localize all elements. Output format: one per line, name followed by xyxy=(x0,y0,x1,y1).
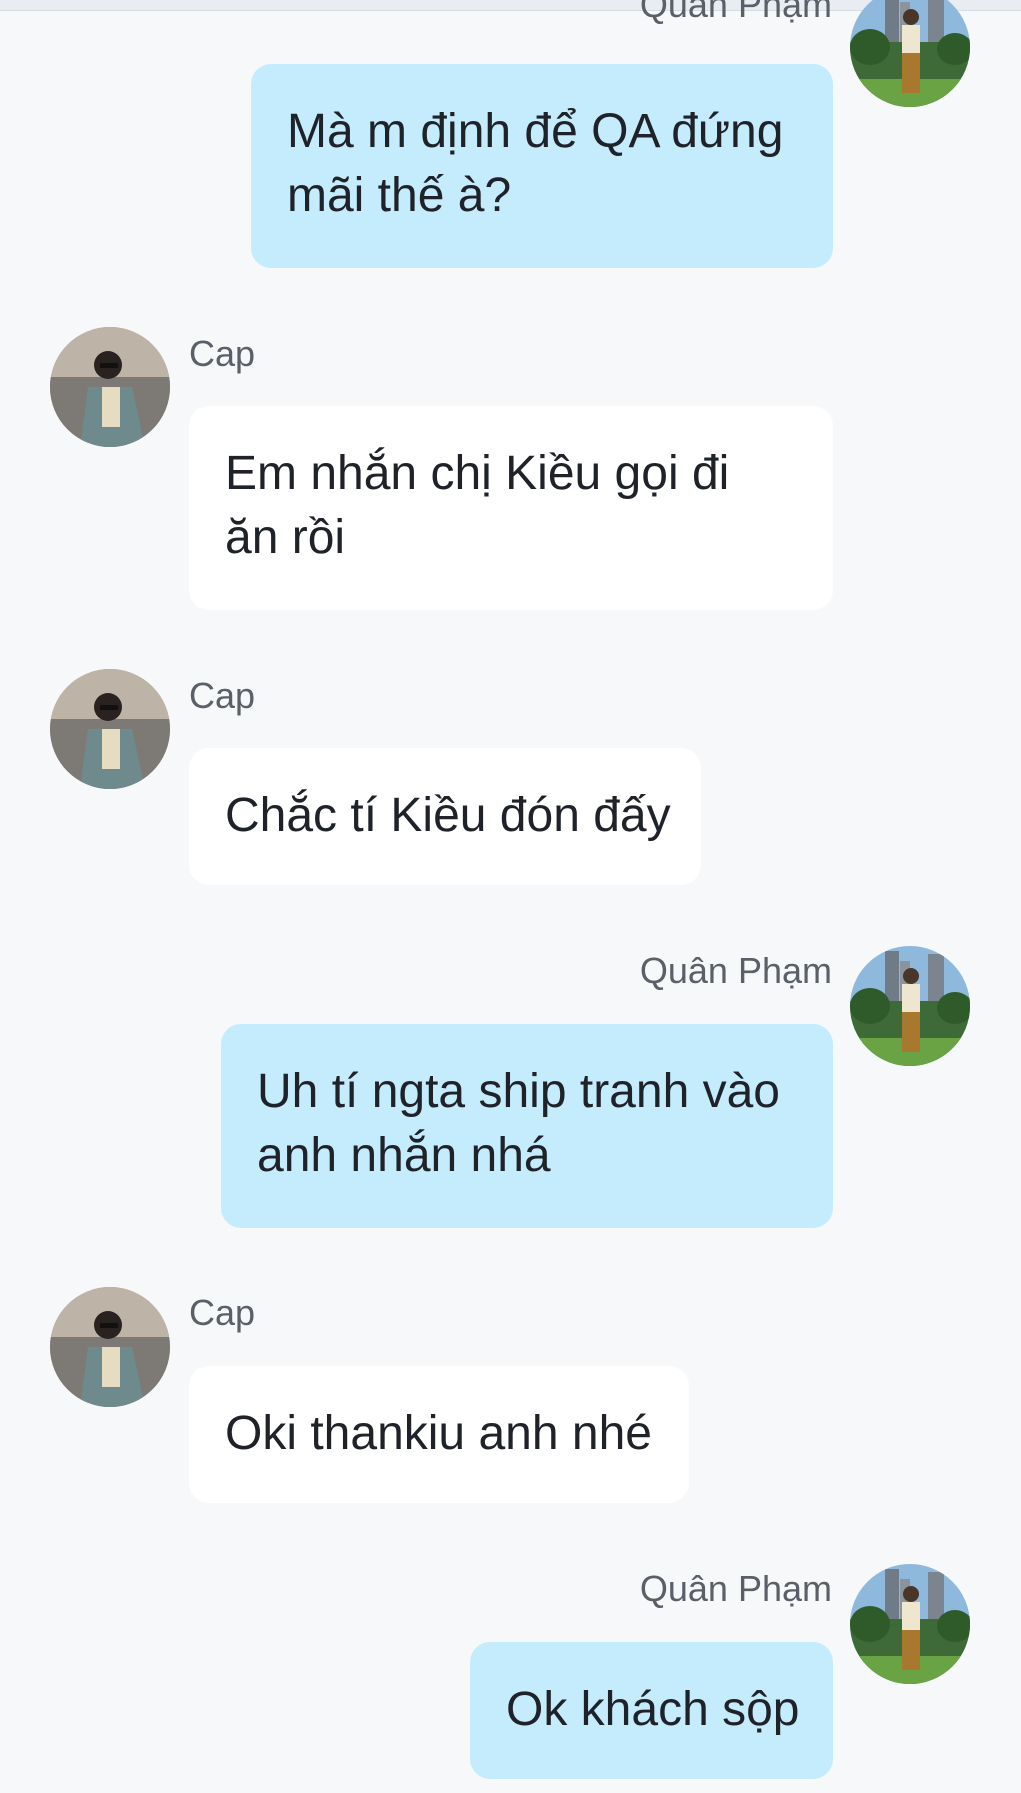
sender-name: Quân Phạm xyxy=(639,950,832,991)
avatar-cap[interactable] xyxy=(50,669,170,789)
message-text: ăn rồi xyxy=(225,511,346,564)
avatar-quan-pham[interactable] xyxy=(850,946,970,1066)
message-bubble[interactable]: Mà m định để QA đứng mãi thế à? xyxy=(251,64,833,268)
avatar-quan-pham[interactable] xyxy=(850,0,970,107)
message-text: Oki thankiu anh nhé xyxy=(225,1407,652,1460)
avatar-cap[interactable] xyxy=(50,1287,170,1407)
message-text: Ok khách sộp xyxy=(506,1683,800,1736)
avatar-quan-pham[interactable] xyxy=(850,1564,970,1684)
person-photo-icon xyxy=(50,669,170,789)
message-text: Uh tí ngta ship tranh vào xyxy=(257,1065,780,1118)
message-text: Em nhắn chị Kiều gọi đi xyxy=(225,447,730,500)
person-photo-icon xyxy=(50,327,170,447)
message-text: anh nhắn nhá xyxy=(257,1129,551,1182)
person-photo-icon xyxy=(50,1287,170,1407)
avatar-cap[interactable] xyxy=(50,327,170,447)
person-photo-icon xyxy=(850,946,970,1066)
message-bubble[interactable]: Ok khách sộp xyxy=(470,1642,833,1779)
message-bubble[interactable]: Oki thankiu anh nhé xyxy=(189,1366,689,1503)
message-text: mãi thế à? xyxy=(287,169,512,222)
sender-name: Cap xyxy=(189,333,256,374)
message-bubble[interactable]: Em nhắn chị Kiều gọi đi ăn rồi xyxy=(189,406,833,610)
sender-name: Cap xyxy=(189,1292,256,1333)
sender-name: Cap xyxy=(189,675,256,716)
message-bubble[interactable]: Uh tí ngta ship tranh vào anh nhắn nhá xyxy=(221,1024,833,1228)
message-text: Mà m định để QA đứng xyxy=(287,105,784,158)
message-bubble[interactable]: Chắc tí Kiều đón đấy xyxy=(189,748,701,885)
person-photo-icon xyxy=(850,0,970,107)
person-photo-icon xyxy=(850,1564,970,1684)
sender-name: Quân Phạm xyxy=(639,0,832,25)
message-text: Chắc tí Kiều đón đấy xyxy=(225,789,671,842)
sender-name: Quân Phạm xyxy=(639,1568,832,1609)
